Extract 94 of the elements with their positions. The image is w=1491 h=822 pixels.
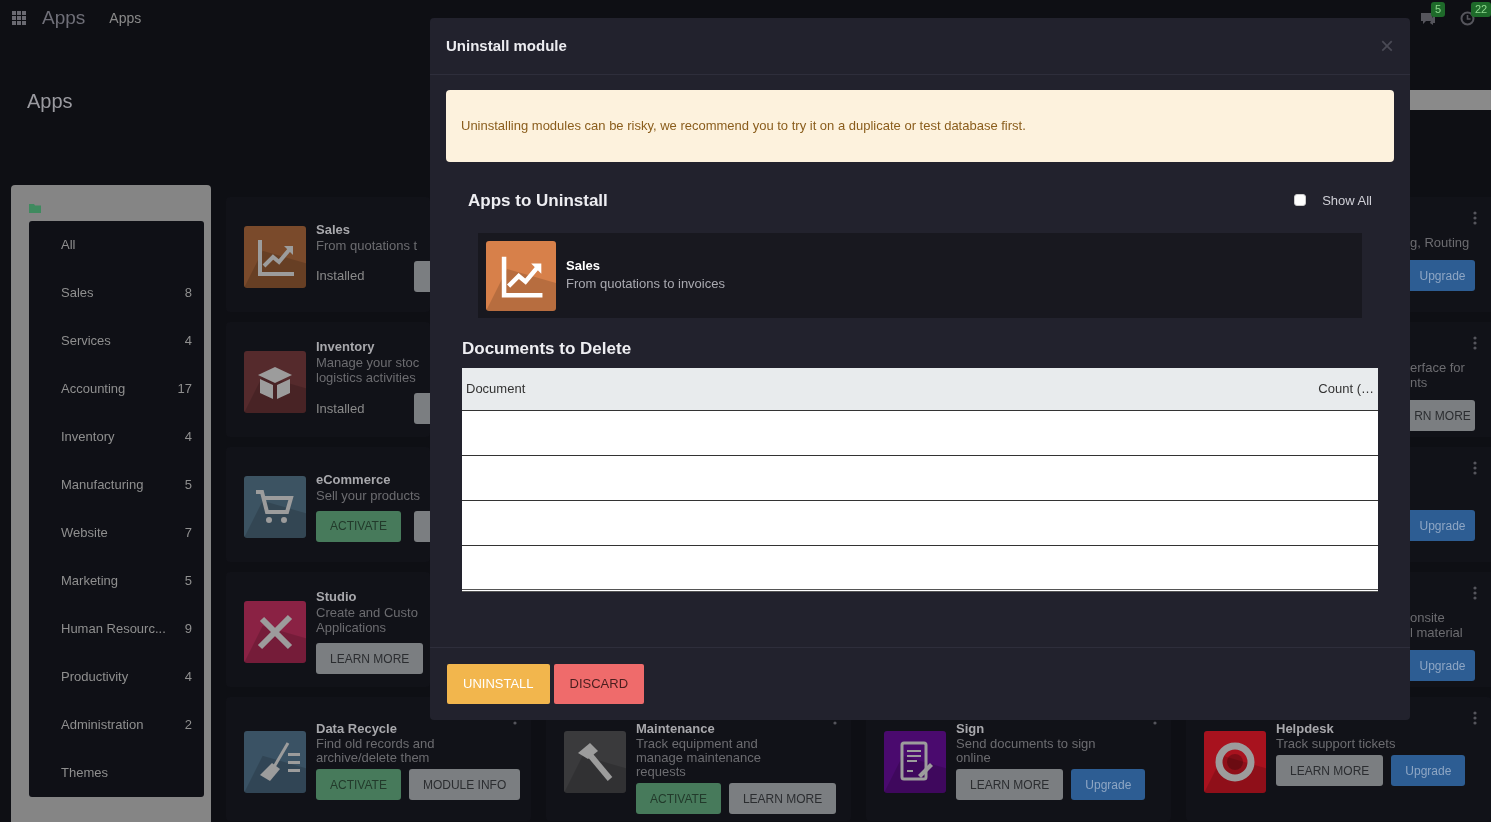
app-button[interactable]: ACTIVATE	[636, 783, 721, 814]
kebab-menu-icon	[1473, 336, 1477, 350]
app-icon	[1204, 731, 1266, 793]
app-description: Find old records and archive/delete them	[316, 737, 436, 765]
app-title: Helpdesk	[1276, 721, 1335, 737]
app-description: Send documents to sign online	[956, 737, 1097, 765]
app-grid-icon[interactable]	[12, 11, 26, 25]
partly-covered-button[interactable]	[414, 510, 430, 542]
count-badge: 22	[1471, 1, 1491, 17]
category-label[interactable]: Themes	[61, 763, 108, 783]
app-button[interactable]: RN MORE	[1410, 400, 1475, 431]
app-title: eCommerce	[316, 471, 392, 488]
section-heading: Documents to Delete	[462, 338, 633, 360]
search-field[interactable]	[1410, 90, 1491, 110]
app-title: Sales	[316, 221, 351, 238]
category-label[interactable]: Website	[61, 523, 108, 543]
kebab-menu-icon	[1473, 461, 1477, 475]
modal-title: Uninstall module	[446, 35, 567, 56]
kebab-menu-icon	[1473, 711, 1477, 725]
app-button[interactable]: LEARN MORE	[316, 643, 424, 674]
app-description: g, Routing	[1410, 235, 1471, 250]
app-button[interactable]: Upgrade	[1410, 650, 1475, 681]
app-icon	[564, 731, 626, 793]
app-button[interactable]: LEARN MORE	[728, 783, 837, 814]
category-count: 5	[184, 572, 192, 591]
app-description: Track equipment and manage maintenance requests	[636, 737, 763, 779]
folder-icon	[29, 203, 41, 213]
category-label[interactable]: All	[61, 235, 76, 255]
app-description: erface for nts	[1410, 360, 1466, 390]
app-description: Sell your products	[316, 487, 422, 503]
app-description: From quotations t	[316, 237, 419, 253]
category-label[interactable]: Sales	[61, 283, 94, 303]
category-label[interactable]: Administration	[61, 715, 144, 735]
section-heading: Apps to Uninstall	[468, 189, 608, 212]
menu-item[interactable]: Apps	[109, 7, 142, 29]
category-label[interactable]: Human Resourc...	[61, 619, 166, 639]
app-title: Studio	[316, 589, 358, 605]
category-count: 2	[184, 716, 192, 735]
category-label[interactable]: Productivity	[61, 667, 129, 687]
app-description: Create and Custo Applications	[316, 605, 419, 635]
app-button[interactable]: ACTIVATE	[316, 769, 401, 800]
app-icon	[244, 350, 306, 413]
category-label[interactable]: Inventory	[61, 427, 115, 447]
category-label[interactable]: Accounting	[61, 379, 126, 399]
app-title: Data Recycle	[316, 721, 398, 737]
column-header[interactable]: Count (…	[932, 367, 1378, 411]
app-icon	[244, 475, 306, 538]
category-count: 4	[184, 332, 192, 351]
category-label[interactable]: Manufacturing	[61, 475, 144, 495]
kebab-menu-icon	[1473, 586, 1477, 600]
status-text: Installed	[316, 399, 365, 418]
app-button[interactable]: Upgrade	[1071, 769, 1146, 800]
category-label[interactable]: Marketing	[61, 571, 119, 591]
count-badge: 5	[1431, 2, 1446, 17]
chat-icon[interactable]	[1420, 11, 1436, 25]
category-count: 4	[184, 428, 192, 447]
app-title: Sign	[956, 721, 986, 737]
category-count: 9	[184, 620, 192, 639]
category-count: 17	[177, 380, 192, 399]
show-all-label[interactable]: Show All	[1322, 190, 1372, 210]
category-count: 5	[184, 476, 192, 495]
category-count: 4	[184, 668, 192, 687]
app-button[interactable]: Upgrade	[1410, 260, 1475, 291]
app-icon	[244, 731, 306, 793]
category-count: 8	[184, 284, 192, 303]
warning-alert: Uninstalling modules can be risky, we recommend you to try it on a duplicate or test database first.	[446, 90, 1394, 162]
app-button[interactable]: MODULE INFO	[408, 769, 521, 800]
partly-covered-button[interactable]	[414, 260, 430, 292]
app-button[interactable]: LEARN MORE	[956, 769, 1064, 800]
status-text: Installed	[316, 267, 365, 286]
app-button[interactable]: Upgrade	[1410, 510, 1475, 541]
column-header[interactable]: Document	[462, 367, 933, 411]
app-description: From quotations to invoices	[566, 274, 725, 293]
app-icon	[486, 240, 556, 311]
app-description: Track support tickets	[1276, 737, 1397, 751]
clock-icon[interactable]	[1460, 10, 1475, 26]
brand-title[interactable]: Apps	[42, 3, 86, 33]
category-count: 7	[184, 524, 192, 543]
app-description: Manage your stoc logistics activities	[316, 355, 421, 385]
app-icon	[244, 600, 306, 663]
page-title: Apps	[27, 89, 73, 114]
app-button[interactable]: ACTIVATE	[316, 510, 401, 542]
app-button[interactable]: Upgrade	[1391, 755, 1466, 786]
app-title: Maintenance	[636, 721, 716, 737]
app-button[interactable]: LEARN MORE	[1276, 755, 1384, 786]
modal-button[interactable]: DISCARD	[553, 664, 645, 704]
app-description: onsite l material	[1410, 610, 1464, 640]
kebab-menu-icon	[1473, 211, 1477, 225]
app-icon	[244, 225, 306, 288]
category-label[interactable]: Services	[61, 331, 111, 351]
app-title: Sales	[566, 257, 601, 274]
show-all-checkbox[interactable]	[1294, 194, 1307, 207]
app-icon	[884, 731, 946, 793]
app-title: Inventory	[316, 339, 376, 355]
